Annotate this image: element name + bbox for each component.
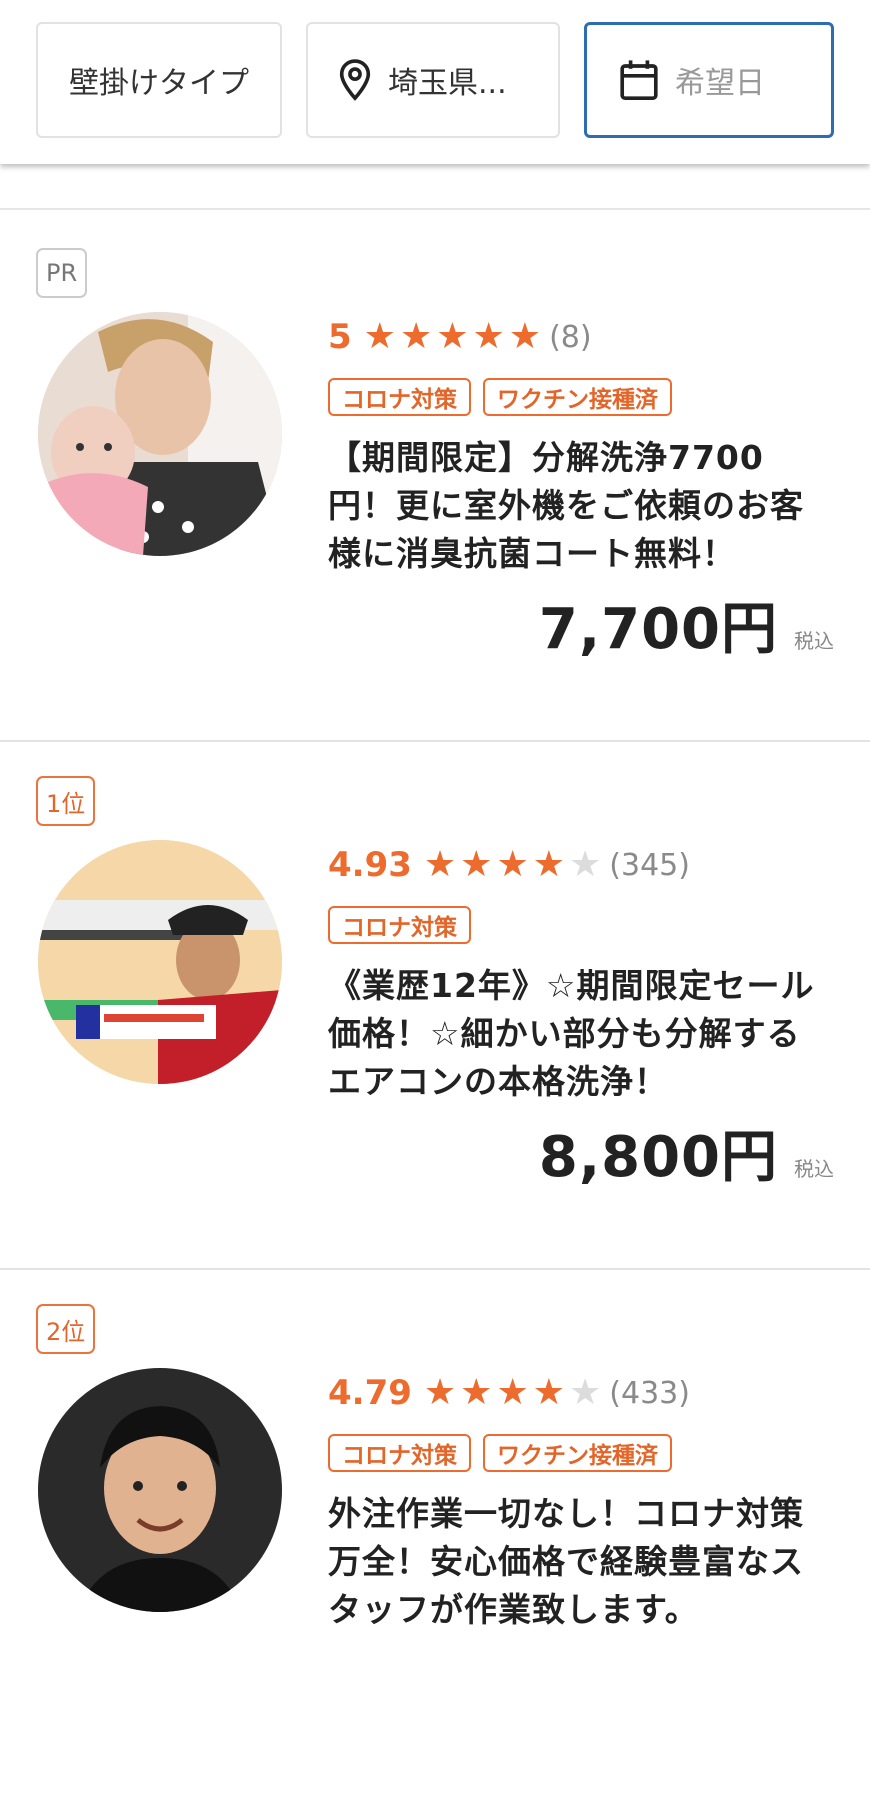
type-filter-label: 壁掛けタイプ	[69, 66, 249, 101]
filter-bar: 壁掛けタイプ 埼玉県... 希望日	[0, 0, 870, 164]
star-icon: ★	[423, 844, 457, 885]
list-top-divider	[0, 208, 870, 210]
feature-tag: ワクチン接種済	[483, 1434, 672, 1472]
tag-list: コロナ対策 ワクチン接種済	[328, 378, 684, 416]
tag-list: コロナ対策	[328, 906, 483, 944]
star-rating: ★ ★ ★ ★ ★	[424, 1375, 605, 1411]
review-count: (345)	[609, 847, 690, 883]
feature-tag: ワクチン接種済	[483, 378, 672, 416]
price-row: 8,800円 税込	[539, 1112, 834, 1193]
listing-card[interactable]: 2位 4.79 ★ ★ ★ ★ ★ (433) コロナ対策 ワクチン接種済 外注作業一切な…	[0, 1268, 870, 1798]
star-icon: ★	[508, 316, 542, 357]
star-icon: ★	[496, 1372, 529, 1413]
listing-card[interactable]: PR 5 ★ ★ ★ ★ ★ (8) コロナ対策 ワクチン接種済 【期間限定】分解洗浄77…	[0, 212, 870, 742]
listing-card[interactable]: 1位 4.93 ★ ★ ★ ★ ★ (345) コロナ対策 《業歴12年》☆期間限定セー…	[0, 740, 870, 1270]
listing-title[interactable]: 外注作業一切なし！コロナ対策万全！安心価格で経験豊富なスタッフが作業致します。	[328, 1490, 818, 1634]
rating-row: 5 ★ ★ ★ ★ ★ (8)	[328, 312, 592, 362]
location-filter-label: 埼玉県...	[388, 66, 507, 101]
star-icon: ★	[363, 316, 396, 357]
feature-tag: コロナ対策	[328, 1434, 471, 1472]
listing-title[interactable]: 《業歴12年》☆期間限定セール価格！☆細かい部分も分解するエアコンの本格洗浄！	[328, 962, 818, 1106]
star-icon: ★	[532, 1372, 566, 1413]
star-icon: ★	[472, 316, 505, 357]
listing-title[interactable]: 【期間限定】分解洗浄7700円！更に室外機をご依頼のお客様に消臭抗菌コート無料！	[328, 434, 818, 578]
rating-value: 4.93	[328, 845, 412, 885]
rating-value: 5	[328, 317, 352, 357]
price: 7,700円	[538, 597, 778, 662]
provider-avatar[interactable]	[38, 312, 282, 556]
type-filter-button[interactable]: 壁掛けタイプ	[36, 22, 282, 138]
star-icon: ★	[460, 844, 493, 885]
listing-divider	[0, 740, 870, 742]
provider-avatar[interactable]	[38, 840, 282, 1084]
price-row: 7,700円 税込	[539, 584, 834, 665]
calendar-icon	[620, 60, 658, 101]
star-icon: ★	[436, 316, 469, 357]
rank-badge: 1位	[36, 776, 96, 826]
tax-label: 税込	[794, 629, 834, 653]
map-pin-icon	[339, 59, 371, 101]
star-icon: ★	[423, 1372, 457, 1413]
star-icon: ★	[496, 844, 529, 885]
feature-tag: コロナ対策	[328, 906, 471, 944]
star-icon: ★	[460, 1372, 493, 1413]
tax-label: 税込	[794, 1157, 834, 1181]
review-count: (8)	[549, 319, 592, 355]
feature-tag: コロナ対策	[328, 378, 471, 416]
star-icon: ★	[569, 844, 602, 885]
listing-divider	[0, 1268, 870, 1270]
review-count: (433)	[609, 1375, 690, 1411]
star-rating: ★ ★ ★ ★ ★	[424, 847, 605, 883]
price: 8,800円	[538, 1125, 778, 1190]
date-filter-placeholder: 希望日	[675, 66, 765, 101]
star-rating: ★ ★ ★ ★ ★	[364, 319, 545, 355]
star-icon: ★	[399, 316, 433, 357]
rank-badge: 2位	[36, 1304, 96, 1354]
rating-row: 4.79 ★ ★ ★ ★ ★ (433)	[328, 1368, 690, 1418]
rating-value: 4.79	[328, 1373, 412, 1413]
star-icon: ★	[532, 844, 566, 885]
provider-avatar[interactable]	[38, 1368, 282, 1612]
tag-list: コロナ対策 ワクチン接種済	[328, 1434, 684, 1472]
rating-row: 4.93 ★ ★ ★ ★ ★ (345)	[328, 840, 690, 890]
date-filter-button[interactable]: 希望日	[584, 22, 834, 138]
location-filter-button[interactable]: 埼玉県...	[306, 22, 560, 138]
star-icon: ★	[569, 1372, 602, 1413]
pr-badge: PR	[36, 248, 88, 298]
